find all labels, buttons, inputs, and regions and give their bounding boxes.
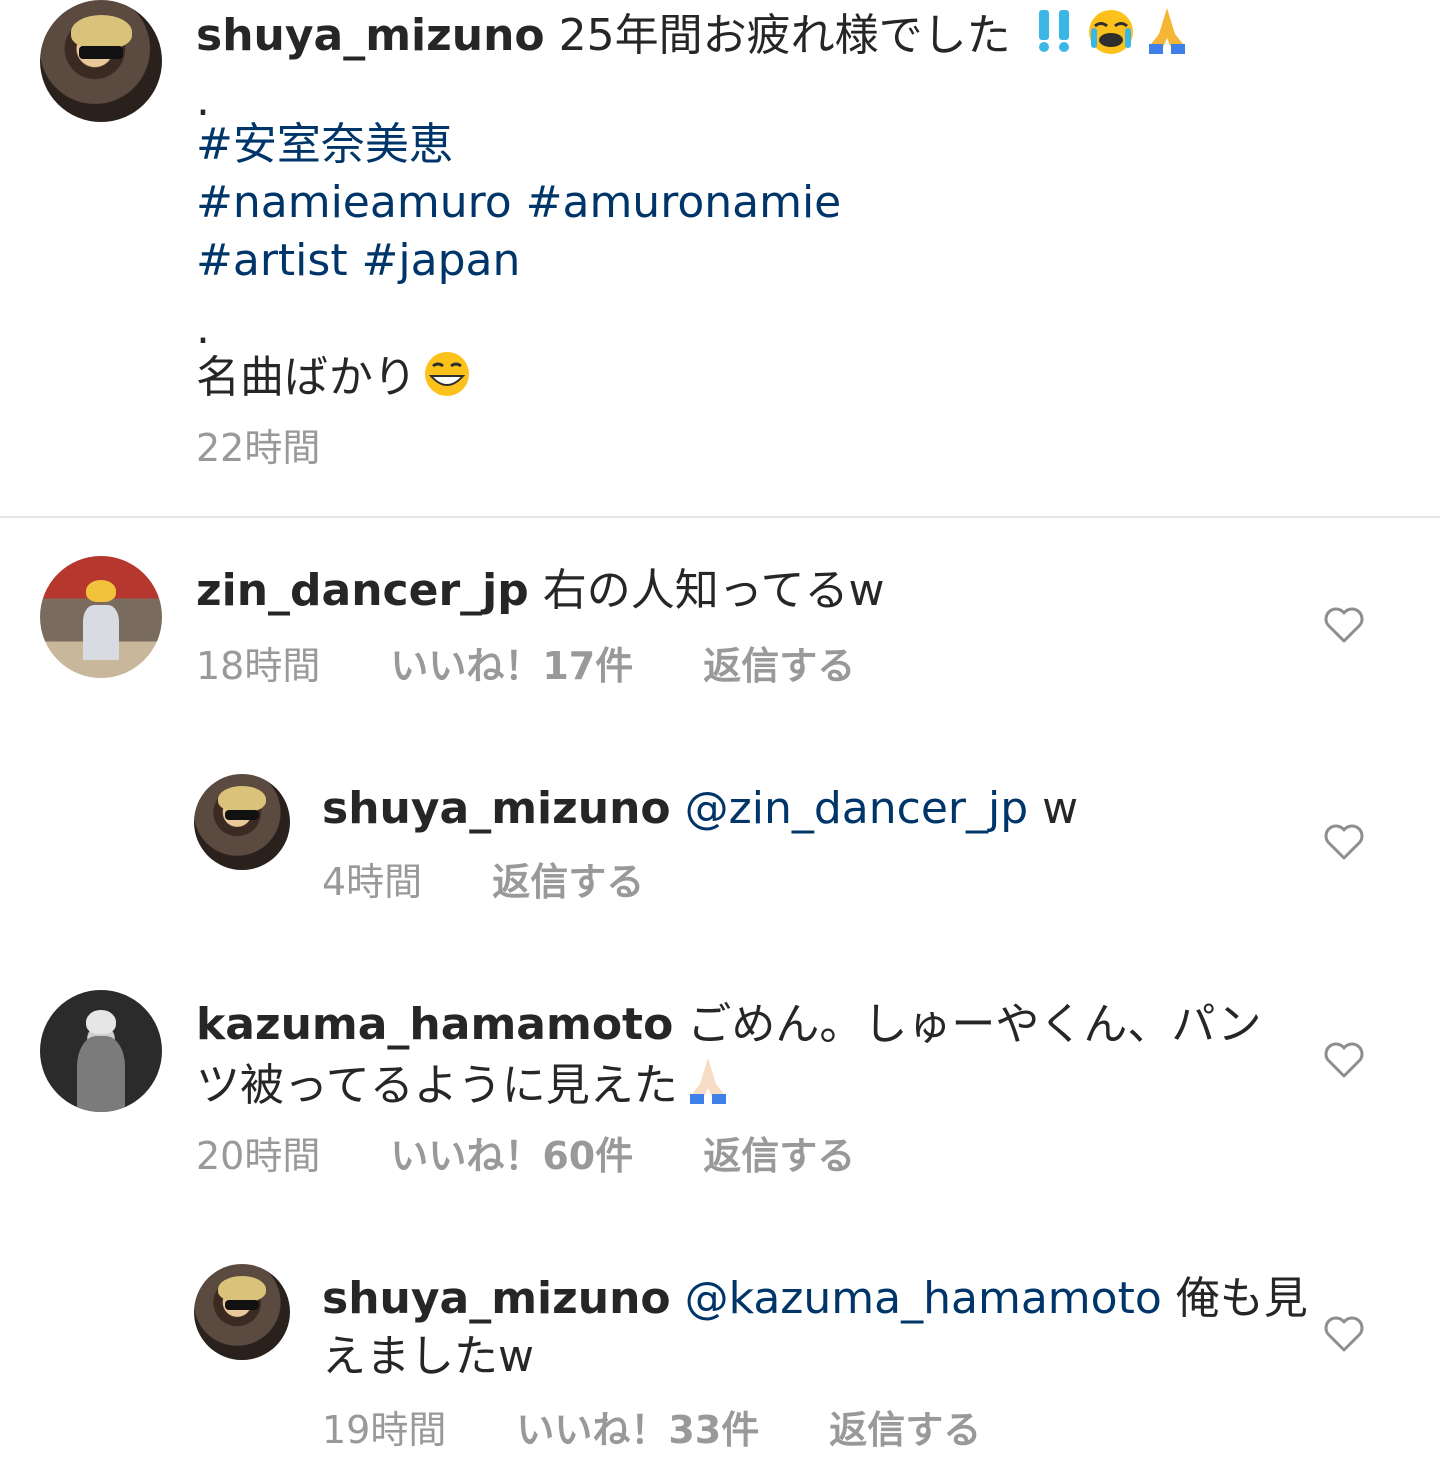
folded-hands-emoji-icon bbox=[689, 1058, 726, 1104]
likes-count[interactable]: いいね！33件 bbox=[516, 1408, 759, 1452]
caption-line-2: 名曲ばかり bbox=[196, 346, 473, 407]
comment-text: 右の人知ってるw bbox=[542, 565, 885, 616]
reply-button[interactable]: 返信する bbox=[703, 644, 855, 688]
mention-link[interactable]: @kazuma_hamamoto bbox=[685, 1273, 1162, 1324]
mention-link[interactable]: @zin_dancer_jp bbox=[685, 783, 1029, 834]
comment-meta: 19時間 いいね！33件 返信する bbox=[322, 1406, 1051, 1454]
comment-timestamp: 18時間 bbox=[196, 644, 321, 688]
avatar[interactable] bbox=[194, 774, 290, 870]
comment-meta: 4時間 返信する bbox=[322, 858, 714, 906]
comment-timestamp: 20時間 bbox=[196, 1134, 321, 1178]
reply-button[interactable]: 返信する bbox=[703, 1134, 855, 1178]
comment-username[interactable]: shuya_mizuno bbox=[322, 1273, 671, 1324]
reply-button[interactable]: 返信する bbox=[492, 860, 644, 904]
avatar[interactable] bbox=[40, 556, 162, 678]
grinning-face-emoji-icon bbox=[424, 352, 469, 396]
comment-1: zin_dancer_jp 右の人知ってるw bbox=[196, 562, 885, 620]
comment-text: 俺も見 bbox=[1161, 1273, 1308, 1324]
heart-outline-icon[interactable] bbox=[1322, 1314, 1366, 1354]
heart-outline-icon[interactable] bbox=[1322, 605, 1366, 645]
comment-text: w bbox=[1028, 783, 1079, 834]
caption-timestamp: 22時間 bbox=[196, 426, 321, 470]
hashtag-line-3[interactable]: #artist #japan bbox=[196, 232, 520, 290]
divider bbox=[0, 516, 1440, 518]
likes-count[interactable]: いいね！60件 bbox=[390, 1134, 633, 1178]
caption-text: 25年間お疲れ様でした bbox=[558, 10, 1011, 61]
comment-text: ごめん。しゅーやくん、パン bbox=[687, 999, 1262, 1050]
reply-1: shuya_mizuno @zin_dancer_jp w bbox=[322, 780, 1078, 838]
heart-outline-icon[interactable] bbox=[1322, 822, 1366, 862]
folded-hands-emoji-icon bbox=[1148, 8, 1185, 54]
avatar[interactable] bbox=[194, 1264, 290, 1360]
hashtag-line-2[interactable]: #namieamuro #amuronamie bbox=[196, 174, 841, 232]
double-exclamation-emoji-icon bbox=[1038, 10, 1069, 52]
comment-text: ツ被ってるように見えた bbox=[196, 1060, 678, 1111]
reply-button[interactable]: 返信する bbox=[829, 1408, 981, 1452]
hashtag-line-1[interactable]: #安室奈美恵 bbox=[196, 116, 453, 174]
comment-timestamp: 4時間 bbox=[322, 860, 423, 904]
comment-username[interactable]: kazuma_hamamoto bbox=[196, 999, 673, 1050]
comment-timestamp: 19時間 bbox=[322, 1408, 447, 1452]
reply-2-line-1: shuya_mizuno @kazuma_hamamoto 俺も見 bbox=[322, 1270, 1308, 1328]
comment-username[interactable]: shuya_mizuno bbox=[322, 783, 671, 834]
heart-outline-icon[interactable] bbox=[1322, 1040, 1366, 1080]
comment-meta: 18時間 いいね！17件 返信する bbox=[196, 642, 925, 690]
avatar[interactable] bbox=[40, 990, 162, 1112]
likes-count[interactable]: いいね！17件 bbox=[390, 644, 633, 688]
comment-meta: 20時間 いいね！60件 返信する bbox=[196, 1132, 925, 1180]
comment-2-line-2: ツ被ってるように見えた bbox=[196, 1054, 734, 1115]
caption-line-1: shuya_mizuno 25年間お疲れ様でした bbox=[196, 4, 1193, 65]
avatar[interactable] bbox=[40, 0, 162, 122]
comment-text: えましたw bbox=[322, 1331, 534, 1382]
loudly-crying-face-emoji-icon bbox=[1088, 10, 1133, 54]
reply-2-line-2: えましたw bbox=[322, 1328, 534, 1386]
comment-username[interactable]: zin_dancer_jp bbox=[196, 565, 529, 616]
comment-2-line-1: kazuma_hamamoto ごめん。しゅーやくん、パン bbox=[196, 996, 1262, 1054]
caption-text-2: 名曲ばかり bbox=[196, 352, 417, 403]
caption-username[interactable]: shuya_mizuno bbox=[196, 10, 545, 61]
